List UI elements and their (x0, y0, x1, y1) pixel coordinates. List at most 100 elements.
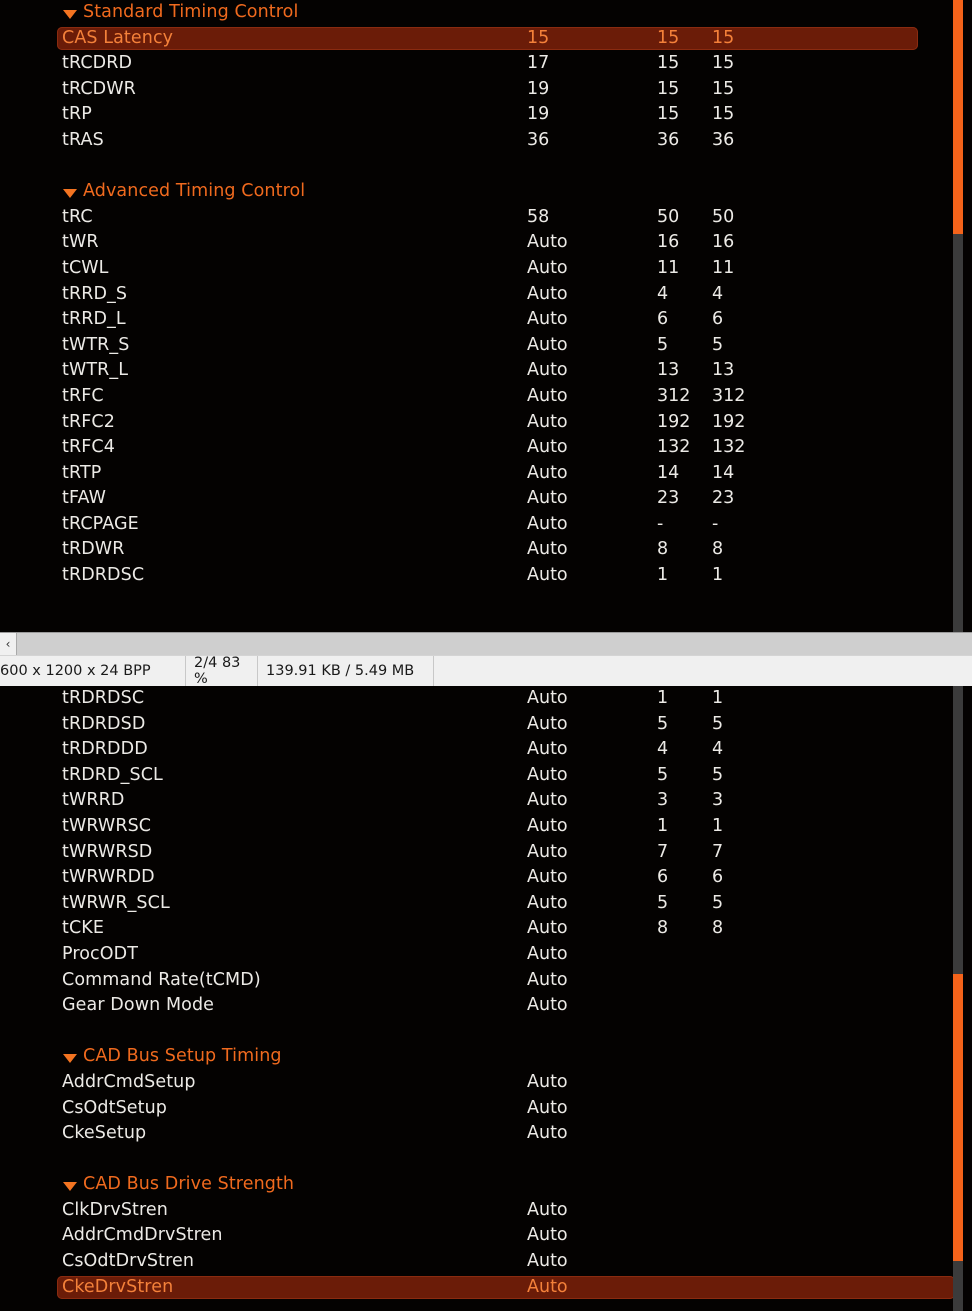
timing-row-value-1[interactable]: 36 (527, 128, 549, 154)
timing-row[interactable]: tRFC2 Auto 192 192 (0, 410, 972, 436)
timing-row-value-1[interactable]: Auto (527, 461, 568, 487)
timing-row[interactable]: tRDRD_SCL Auto 5 5 (0, 763, 972, 789)
timing-row[interactable]: tRC 58 50 50 (0, 205, 972, 231)
timing-row-value-1[interactable]: Auto (527, 230, 568, 256)
timing-row[interactable]: CsOdtDrvStren Auto (0, 1249, 972, 1275)
timing-row[interactable]: tWR Auto 16 16 (0, 230, 972, 256)
timing-row-value-1[interactable]: Auto (527, 1121, 568, 1147)
timing-row[interactable]: tCWL Auto 11 11 (0, 256, 972, 282)
timing-row[interactable]: tRFC4 Auto 132 132 (0, 435, 972, 461)
timing-row[interactable]: tRDWR Auto 8 8 (0, 537, 972, 563)
timing-row[interactable]: tRTP Auto 14 14 (0, 461, 972, 487)
timing-row[interactable]: tRDRDDD Auto 4 4 (0, 737, 972, 763)
timing-row[interactable]: tWRWRSC Auto 1 1 (0, 814, 972, 840)
timing-row-value-1[interactable]: Auto (527, 1275, 568, 1301)
timing-row-value-1[interactable]: Auto (527, 486, 568, 512)
timing-row[interactable]: CsOdtSetup Auto (0, 1096, 972, 1122)
timing-row[interactable]: tRDRDSC Auto 1 1 (0, 563, 972, 589)
timing-row[interactable]: tCKE Auto 8 8 (0, 916, 972, 942)
timing-row[interactable]: tFAW Auto 23 23 (0, 486, 972, 512)
scroll-left-arrow-icon[interactable]: ‹ (0, 633, 17, 655)
timing-row[interactable]: tWRRD Auto 3 3 (0, 788, 972, 814)
timing-row[interactable]: tRCDWR 19 15 15 (0, 77, 972, 103)
timing-row-value-3: 8 (712, 918, 724, 939)
timing-row-value-1[interactable]: Auto (527, 814, 568, 840)
timing-row-value-1[interactable]: Auto (527, 1249, 568, 1275)
timing-row-value-1[interactable]: Auto (527, 891, 568, 917)
timing-row-value-3: 11 (712, 257, 735, 278)
timing-row[interactable]: tWRWR_SCL Auto 5 5 (0, 891, 972, 917)
timing-row-value-1[interactable]: Auto (527, 384, 568, 410)
horizontal-scrollbar-track[interactable] (17, 633, 972, 655)
section-header[interactable]: Advanced Timing Control (0, 179, 972, 205)
timing-row-value-1[interactable]: Auto (527, 1096, 568, 1122)
timing-row[interactable]: ClkDrvStren Auto (0, 1198, 972, 1224)
timing-row[interactable]: tRDRDSC Auto 1 1 (0, 686, 972, 712)
timing-row-value-1[interactable]: 15 (527, 26, 549, 52)
timing-row[interactable]: AddrCmdSetup Auto (0, 1070, 972, 1096)
timing-row-selected[interactable]: CAS Latency 15 15 15 (0, 26, 972, 52)
timing-row-label: tCWL (62, 257, 109, 278)
timing-row-value-1[interactable]: Auto (527, 282, 568, 308)
vertical-scrollbar-top[interactable] (953, 0, 963, 632)
timing-row-value-1[interactable]: Auto (527, 840, 568, 866)
timing-row[interactable]: tRCDRD 17 15 15 (0, 51, 972, 77)
timing-row[interactable]: CkeSetup Auto (0, 1121, 972, 1147)
timing-row-value-1[interactable]: Auto (527, 763, 568, 789)
timing-row-value-1[interactable]: Auto (527, 410, 568, 436)
timing-row-value-1[interactable]: Auto (527, 1198, 568, 1224)
timing-row-value-1[interactable]: Auto (527, 686, 568, 712)
timing-row[interactable]: ProcODT Auto (0, 942, 972, 968)
timing-row-value-2: 23 (657, 488, 680, 509)
timing-row-value-1[interactable]: Auto (527, 307, 568, 333)
timing-row-value-1[interactable]: Auto (527, 435, 568, 461)
timing-row-value-1[interactable]: Auto (527, 968, 568, 994)
timing-row-label: Gear Down Mode (62, 995, 215, 1016)
timing-row-value-1[interactable]: 19 (527, 102, 549, 128)
vertical-scrollbar-bottom[interactable] (953, 686, 963, 1311)
timing-row-value-1[interactable]: Auto (527, 1070, 568, 1096)
timing-row-value-1[interactable]: Auto (527, 512, 568, 538)
timing-row[interactable]: tRP 19 15 15 (0, 102, 972, 128)
timing-row-value-1[interactable]: Auto (527, 993, 568, 1019)
timing-row[interactable]: AddrCmdDrvStren Auto (0, 1223, 972, 1249)
timing-row[interactable]: tRDRDSD Auto 5 5 (0, 712, 972, 738)
section-header[interactable]: Standard Timing Control (0, 0, 972, 26)
scrollbar-thumb[interactable] (953, 973, 963, 1261)
timing-row-value-1[interactable]: Auto (527, 1223, 568, 1249)
scrollbar-thumb[interactable] (953, 0, 963, 234)
timing-row-value-1[interactable]: Auto (527, 737, 568, 763)
timing-row-value-1[interactable]: 19 (527, 77, 549, 103)
timing-row-value-1[interactable]: Auto (527, 563, 568, 589)
timing-row-value-2: 1 (657, 565, 669, 586)
horizontal-scrollbar[interactable]: ‹ (0, 632, 972, 655)
timing-row-value-1[interactable]: Auto (527, 865, 568, 891)
section-header[interactable]: CAD Bus Setup Timing (0, 1044, 972, 1070)
timing-row-value-1[interactable]: Auto (527, 537, 568, 563)
timing-row-value-1[interactable]: Auto (527, 712, 568, 738)
timing-row-value-1[interactable]: Auto (527, 358, 568, 384)
timing-row[interactable]: Gear Down Mode Auto (0, 993, 972, 1019)
timing-row-label: tRDRDSC (62, 565, 145, 586)
timing-row[interactable]: tRCPAGE Auto - - (0, 512, 972, 538)
timing-row[interactable]: tWTR_S Auto 5 5 (0, 333, 972, 359)
timing-row-value-1[interactable]: Auto (527, 788, 568, 814)
timing-row-value-1[interactable]: Auto (527, 916, 568, 942)
timing-row-label: tRDRDSD (62, 713, 146, 734)
timing-row-value-1[interactable]: Auto (527, 256, 568, 282)
timing-row[interactable]: Command Rate(tCMD) Auto (0, 968, 972, 994)
timing-row-selected[interactable]: CkeDrvStren Auto (0, 1275, 972, 1301)
timing-row-value-1[interactable]: 58 (527, 205, 549, 231)
timing-row[interactable]: tWRWRSD Auto 7 7 (0, 840, 972, 866)
timing-row-value-2: 5 (657, 892, 669, 913)
timing-row[interactable]: tRFC Auto 312 312 (0, 384, 972, 410)
timing-row[interactable]: tRAS 36 36 36 (0, 128, 972, 154)
timing-row[interactable]: tRRD_L Auto 6 6 (0, 307, 972, 333)
timing-row-value-1[interactable]: 17 (527, 51, 549, 77)
timing-row[interactable]: tWTR_L Auto 13 13 (0, 358, 972, 384)
timing-row[interactable]: tRRD_S Auto 4 4 (0, 282, 972, 308)
section-header[interactable]: CAD Bus Drive Strength (0, 1172, 972, 1198)
timing-row-value-1[interactable]: Auto (527, 333, 568, 359)
timing-row[interactable]: tWRWRDD Auto 6 6 (0, 865, 972, 891)
timing-row-value-1[interactable]: Auto (527, 942, 568, 968)
